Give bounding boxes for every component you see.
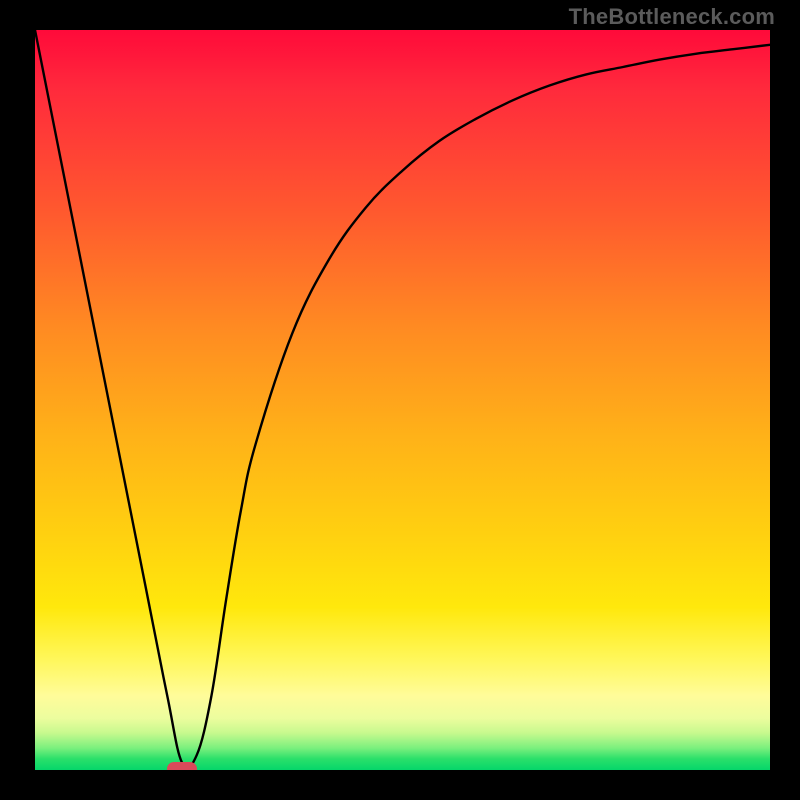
plot-area: [35, 30, 770, 770]
bottleneck-curve: [35, 30, 770, 770]
watermark-text: TheBottleneck.com: [569, 4, 775, 30]
optimal-point-marker: [167, 762, 197, 770]
chart-frame: TheBottleneck.com: [0, 0, 800, 800]
